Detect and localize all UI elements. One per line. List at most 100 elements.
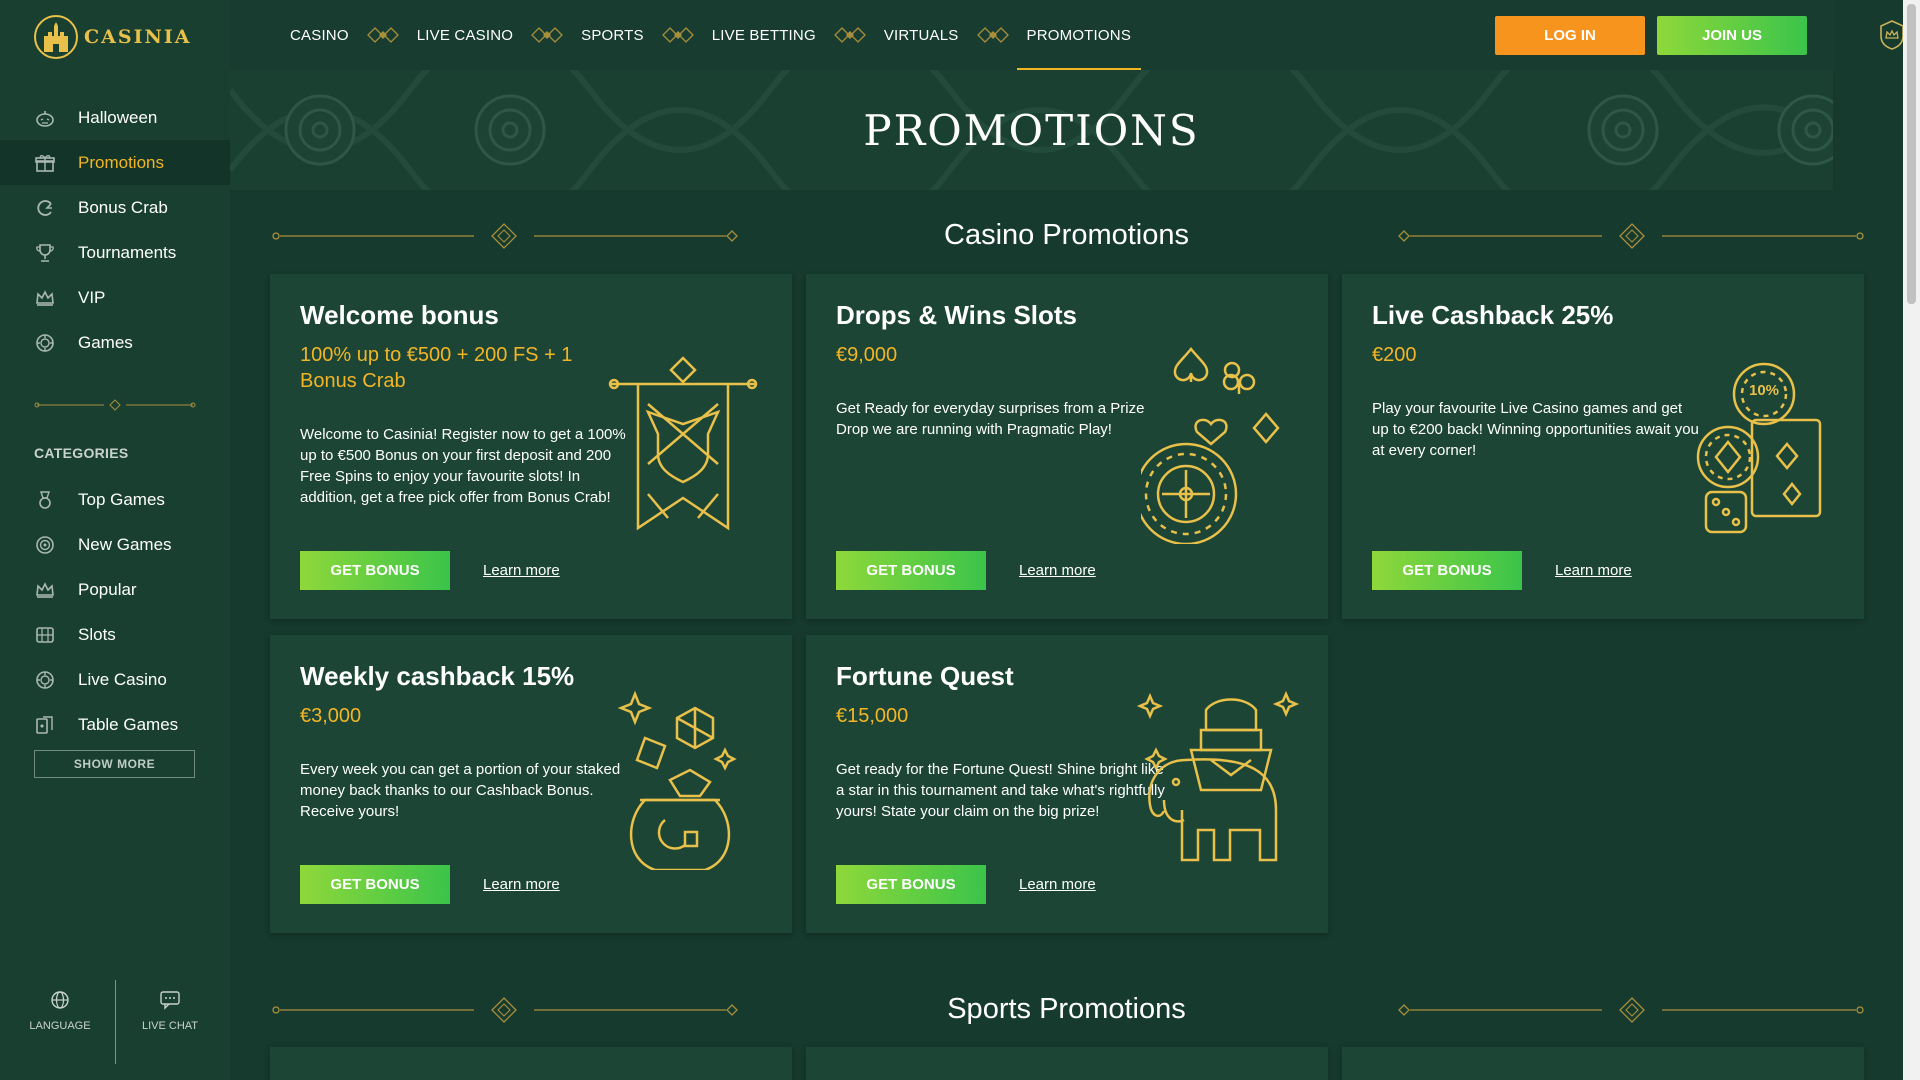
sports-promotions-heading: Sports Promotions bbox=[270, 989, 1864, 1029]
nav-promotions[interactable]: PROMOTIONS bbox=[1016, 0, 1142, 70]
heading-ornament-right bbox=[1398, 223, 1864, 249]
promo-card-drops-wins: Drops & Wins Slots €9,000 Get Ready for … bbox=[806, 274, 1328, 619]
promo-title: Live Cashback 25% bbox=[1372, 300, 1614, 330]
join-button[interactable]: JOIN US bbox=[1657, 16, 1807, 55]
sidebar-item-label: Table Games bbox=[78, 714, 179, 734]
top-navigation: CASINO LIVE CASINO SPORTS LIVE BETTING V… bbox=[230, 0, 1920, 70]
sidebar-item-table-games[interactable]: Table Games bbox=[0, 702, 230, 747]
get-bonus-button[interactable]: GET BONUS bbox=[836, 551, 986, 590]
nav-sports[interactable]: SPORTS bbox=[571, 0, 654, 70]
crown-shield-icon bbox=[1879, 20, 1904, 50]
gift-icon bbox=[34, 152, 56, 174]
cards-icon bbox=[34, 714, 56, 736]
promo-description: Every week you can get a portion of your… bbox=[300, 761, 621, 820]
nav-separator-icon bbox=[969, 27, 1017, 43]
language-label: LANGUAGE bbox=[29, 1020, 91, 1032]
learn-more-link[interactable]: Learn more bbox=[1019, 876, 1096, 893]
promo-card-live-cashback: Live Cashback 25% €200 Play your favouri… bbox=[1342, 274, 1864, 619]
casino-promotions-heading: Casino Promotions bbox=[270, 215, 1864, 255]
nav-separator-icon bbox=[654, 27, 702, 43]
learn-more-link[interactable]: Learn more bbox=[483, 562, 560, 579]
promo-title: Welcome bonus bbox=[300, 300, 499, 330]
sidebar-item-top-games[interactable]: Top Games bbox=[0, 477, 230, 522]
sidebar-item-label: Bonus Crab bbox=[78, 197, 168, 217]
live-chat-button[interactable]: LIVE CHAT bbox=[115, 990, 225, 1032]
scrollbar-thumb[interactable] bbox=[1907, 4, 1916, 304]
get-bonus-button[interactable]: GET BONUS bbox=[836, 865, 986, 904]
categories-title: CATEGORIES bbox=[34, 445, 129, 461]
chip-icon bbox=[34, 669, 56, 691]
treasure-pot-icon bbox=[617, 690, 737, 870]
page-scrollbar[interactable] bbox=[1903, 0, 1920, 1080]
sports-promo-card bbox=[270, 1047, 792, 1080]
get-bonus-button[interactable]: GET BONUS bbox=[300, 551, 450, 590]
crown-icon bbox=[34, 287, 56, 309]
trophy-icon bbox=[34, 242, 56, 264]
promotions-hero: PROMOTIONS bbox=[230, 70, 1833, 190]
nav-items: CASINO LIVE CASINO SPORTS LIVE BETTING V… bbox=[280, 0, 1141, 70]
sidebar-item-new-games[interactable]: New Games bbox=[0, 522, 230, 567]
sidebar-item-label: Popular bbox=[78, 579, 137, 599]
show-more-button[interactable]: SHOW MORE bbox=[34, 750, 195, 778]
learn-more-link[interactable]: Learn more bbox=[483, 876, 560, 893]
roulette-icon bbox=[1141, 346, 1280, 544]
sidebar-item-bonus-crab[interactable]: Bonus Crab bbox=[0, 185, 230, 230]
nav-live-betting[interactable]: LIVE BETTING bbox=[702, 0, 826, 70]
heading-ornament-right bbox=[1398, 997, 1864, 1023]
sports-promo-card bbox=[806, 1047, 1328, 1080]
learn-more-link[interactable]: Learn more bbox=[1555, 562, 1632, 579]
sidebar-item-label: Top Games bbox=[78, 489, 165, 509]
castle-logo-icon bbox=[34, 15, 78, 59]
language-button[interactable]: LANGUAGE bbox=[5, 990, 115, 1032]
elephant-icon bbox=[1136, 690, 1300, 862]
sidebar-menu: Halloween Promotions Bonus Crab Tourname… bbox=[0, 95, 230, 365]
sidebar-item-label: Games bbox=[78, 332, 133, 352]
nav-virtuals[interactable]: VIRTUALS bbox=[874, 0, 969, 70]
sidebar-item-label: Halloween bbox=[78, 107, 158, 127]
medal-icon bbox=[34, 489, 56, 511]
login-button[interactable]: LOG IN bbox=[1495, 16, 1645, 55]
sidebar-item-halloween[interactable]: Halloween bbox=[0, 95, 230, 140]
sidebar-item-vip[interactable]: VIP bbox=[0, 275, 230, 320]
slot-icon bbox=[34, 624, 56, 646]
nav-live-casino[interactable]: LIVE CASINO bbox=[407, 0, 523, 70]
crown-icon bbox=[34, 579, 56, 601]
nav-casino[interactable]: CASINO bbox=[280, 0, 359, 70]
promo-amount: 100% up to €500 + 200 FS + 1 Bonus Crab bbox=[300, 344, 573, 392]
sidebar-item-live-casino[interactable]: Live Casino bbox=[0, 657, 230, 702]
categories-menu: Top Games New Games Popular Slots Live C… bbox=[0, 477, 230, 747]
logo[interactable]: CASINIA bbox=[34, 14, 191, 60]
get-bonus-button[interactable]: GET BONUS bbox=[1372, 551, 1522, 590]
promo-title: Weekly cashback 15% bbox=[300, 661, 575, 691]
get-bonus-button[interactable]: GET BONUS bbox=[300, 865, 450, 904]
promo-title: Fortune Quest bbox=[836, 661, 1014, 691]
sidebar-item-label: Live Casino bbox=[78, 669, 167, 689]
learn-more-link[interactable]: Learn more bbox=[1019, 562, 1096, 579]
chip-percentage: 10% bbox=[1748, 382, 1780, 399]
pumpkin-icon bbox=[34, 107, 56, 129]
sidebar-item-games[interactable]: Games bbox=[0, 320, 230, 365]
sidebar-item-tournaments[interactable]: Tournaments bbox=[0, 230, 230, 275]
promo-amount: €9,000 bbox=[836, 344, 898, 366]
promo-amount: €3,000 bbox=[300, 705, 362, 727]
banner-shield-icon bbox=[608, 356, 758, 531]
live-chat-label: LIVE CHAT bbox=[141, 1020, 199, 1032]
sidebar-item-popular[interactable]: Popular bbox=[0, 567, 230, 612]
page-title: PROMOTIONS bbox=[863, 106, 1200, 155]
nav-separator-icon bbox=[826, 27, 874, 43]
logo-text: CASINIA bbox=[84, 26, 192, 48]
sidebar-item-slots[interactable]: Slots bbox=[0, 612, 230, 657]
nav-separator-icon bbox=[359, 27, 407, 43]
sidebar-divider bbox=[34, 399, 196, 411]
promo-card-welcome-bonus: Welcome bonus 100% up to €500 + 200 FS +… bbox=[270, 274, 792, 619]
chip-icon bbox=[34, 332, 56, 354]
sidebar-item-label: VIP bbox=[78, 287, 106, 307]
nav-separator-icon bbox=[523, 27, 571, 43]
sidebar-item-label: Slots bbox=[78, 624, 116, 644]
sports-promo-card bbox=[1342, 1047, 1864, 1080]
sidebar-item-promotions[interactable]: Promotions bbox=[0, 140, 230, 185]
sidebar-bottom: LANGUAGE LIVE CHAT bbox=[0, 980, 230, 1080]
promo-title: Drops & Wins Slots bbox=[836, 300, 1078, 330]
promo-card-fortune-quest: Fortune Quest €15,000 Get ready for the … bbox=[806, 635, 1328, 933]
sidebar-item-label: New Games bbox=[78, 534, 172, 554]
